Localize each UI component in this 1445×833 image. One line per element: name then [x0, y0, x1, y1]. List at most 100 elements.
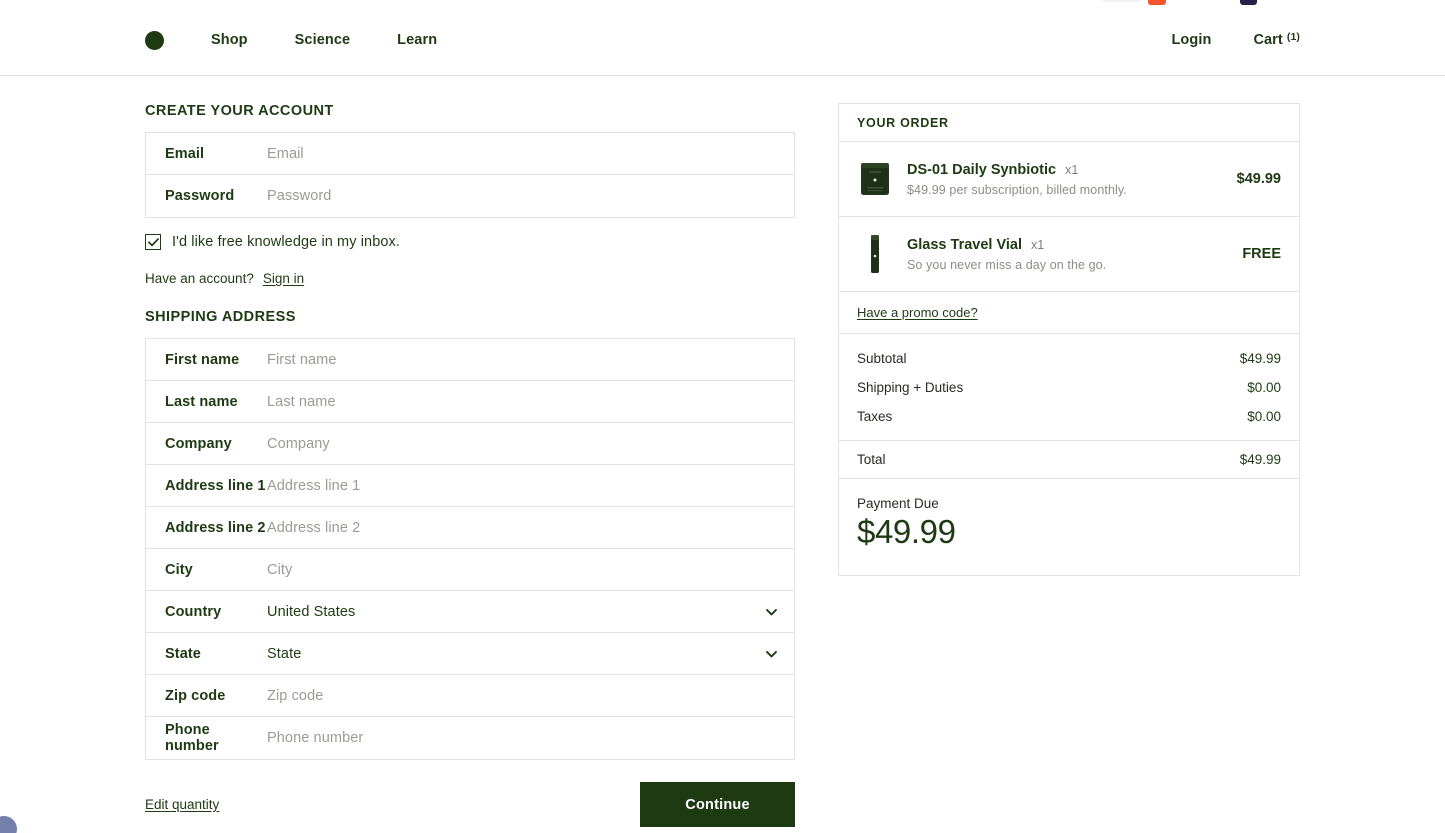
city-input[interactable] — [267, 549, 794, 590]
form-row-last-name: Last name — [146, 381, 794, 423]
newsletter-label: I'd like free knowledge in my inbox. — [172, 234, 401, 250]
nav-item-learn[interactable]: Learn — [397, 33, 437, 48]
header-actions: Login Cart (1) — [1171, 31, 1300, 49]
extension-icon-orange — [1148, 0, 1166, 5]
form-row-address-line-1: Address line 1 — [146, 465, 794, 507]
city-label: City — [165, 561, 193, 578]
state-label: State — [165, 645, 201, 662]
site-header: Shop Science Learn Login Cart (1) — [0, 6, 1445, 76]
password-label: Password — [165, 188, 235, 204]
form-row-city: City — [146, 549, 794, 591]
order-item-name: DS-01 Daily Synbiotic — [907, 161, 1057, 178]
order-item-quantity: x1 — [1065, 162, 1079, 177]
last-name-label: Last name — [165, 393, 238, 410]
checkmark-icon — [147, 237, 159, 247]
form-row-country[interactable]: Country United States — [146, 591, 794, 633]
shipping-label: Shipping + Duties — [857, 380, 964, 395]
shipping-address-form: First name Last name Company Address lin… — [145, 338, 795, 760]
order-item-name: Glass Travel Vial — [907, 236, 1023, 253]
order-item-price: FREE — [1242, 246, 1281, 262]
cart-count-badge: (1) — [1286, 31, 1300, 44]
order-line-item: DS-01 Daily Synbiotic x1 $49.99 per subs… — [839, 142, 1299, 217]
form-row-phone-number: Phone number — [146, 717, 794, 759]
payment-due-label: Payment Due — [857, 496, 939, 511]
address-line-1-label: Address line 1 — [165, 477, 266, 494]
vial-icon — [871, 235, 879, 273]
email-label: Email — [165, 145, 205, 162]
form-row-address-line-2: Address line 2 — [146, 507, 794, 549]
edit-quantity-link[interactable]: Edit quantity — [145, 797, 219, 812]
email-input[interactable] — [267, 133, 794, 174]
total-label: Total — [857, 452, 886, 467]
form-row-email: Email — [146, 133, 794, 175]
first-name-input[interactable] — [267, 339, 794, 380]
checkout-page: Shop Science Learn Login Cart (1) CREATE… — [0, 0, 1445, 833]
country-select-value[interactable]: United States — [267, 604, 794, 620]
order-totals: Subtotal $49.99 Shipping + Duties $0.00 … — [839, 334, 1299, 441]
form-actions: Edit quantity Continue — [145, 782, 795, 827]
phone-number-input[interactable] — [267, 717, 794, 759]
total-row-subtotal: Subtotal $49.99 — [857, 344, 1281, 373]
company-input[interactable] — [267, 423, 794, 464]
checkout-form-column: CREATE YOUR ACCOUNT Email Password I'd — [145, 103, 795, 827]
shipping-address-heading: SHIPPING ADDRESS — [145, 309, 296, 325]
taxes-amount: $0.00 — [1247, 409, 1281, 424]
newsletter-checkbox[interactable] — [145, 234, 161, 250]
browser-tab-edge — [1100, 0, 1140, 2]
order-item-details: Glass Travel Vial x1 So you never miss a… — [907, 237, 1228, 272]
total-row-shipping: Shipping + Duties $0.00 — [857, 373, 1281, 402]
order-item-price: $49.99 — [1236, 171, 1281, 187]
password-input[interactable] — [267, 175, 794, 217]
primary-navigation: Shop Science Learn — [211, 33, 437, 48]
login-link[interactable]: Login — [1171, 33, 1211, 48]
chevron-down-icon[interactable] — [764, 604, 779, 619]
total-amount: $49.99 — [1239, 452, 1281, 467]
circle-logo-icon[interactable] — [145, 31, 164, 50]
order-item-description: $49.99 per subscription, billed monthly. — [907, 182, 1127, 197]
order-item-description: So you never miss a day on the go. — [907, 257, 1107, 272]
account-form: Email Password — [145, 132, 795, 218]
promo-code-row: Have a promo code? — [839, 292, 1299, 334]
continue-button[interactable]: Continue — [640, 782, 795, 827]
zip-code-input[interactable] — [267, 675, 794, 716]
total-row-total: Total $49.99 — [857, 452, 1281, 467]
create-account-heading: CREATE YOUR ACCOUNT — [145, 103, 334, 119]
jar-icon — [861, 163, 889, 195]
cart-link[interactable]: Cart (1) — [1253, 31, 1300, 49]
address-line-2-label: Address line 2 — [165, 519, 266, 536]
newsletter-opt-in-row[interactable]: I'd like free knowledge in my inbox. — [145, 234, 795, 250]
country-label: Country — [165, 603, 222, 620]
travel-vial-thumbnail — [857, 230, 893, 278]
shipping-amount: $0.00 — [1247, 380, 1281, 395]
taxes-label: Taxes — [857, 409, 893, 424]
cart-label: Cart — [1253, 32, 1283, 49]
order-item-details: DS-01 Daily Synbiotic x1 $49.99 per subs… — [907, 162, 1223, 197]
form-row-password: Password — [146, 175, 794, 217]
promo-code-link[interactable]: Have a promo code? — [857, 305, 978, 320]
sign-in-link[interactable]: Sign in — [263, 271, 304, 286]
nav-item-science[interactable]: Science — [295, 33, 351, 48]
state-select-value[interactable]: State — [267, 646, 794, 662]
have-account-text: Have an account? — [145, 271, 254, 286]
order-summary-panel: YOUR ORDER DS-01 Daily Synbiotic x1 $49.… — [838, 103, 1300, 576]
last-name-input[interactable] — [267, 381, 794, 422]
payment-due-amount: $49.99 — [857, 513, 956, 550]
company-label: Company — [165, 435, 232, 452]
payment-due-section: Payment Due $49.99 — [839, 479, 1299, 575]
subtotal-amount: $49.99 — [1239, 351, 1281, 366]
address-line-2-input[interactable] — [267, 507, 794, 548]
chevron-down-icon[interactable] — [764, 646, 779, 661]
product-jar-thumbnail — [857, 155, 893, 203]
order-item-quantity: x1 — [1031, 237, 1045, 252]
address-line-1-input[interactable] — [267, 465, 794, 506]
nav-item-shop[interactable]: Shop — [211, 33, 248, 48]
order-line-item: Glass Travel Vial x1 So you never miss a… — [839, 217, 1299, 292]
form-row-state[interactable]: State State — [146, 633, 794, 675]
form-row-first-name: First name — [146, 339, 794, 381]
order-total-section: Total $49.99 — [839, 441, 1299, 479]
checkout-main: CREATE YOUR ACCOUNT Email Password I'd — [0, 77, 1445, 827]
subtotal-label: Subtotal — [857, 351, 907, 366]
order-summary-heading: YOUR ORDER — [839, 104, 1299, 142]
zip-code-label: Zip code — [165, 687, 226, 704]
total-row-taxes: Taxes $0.00 — [857, 402, 1281, 431]
